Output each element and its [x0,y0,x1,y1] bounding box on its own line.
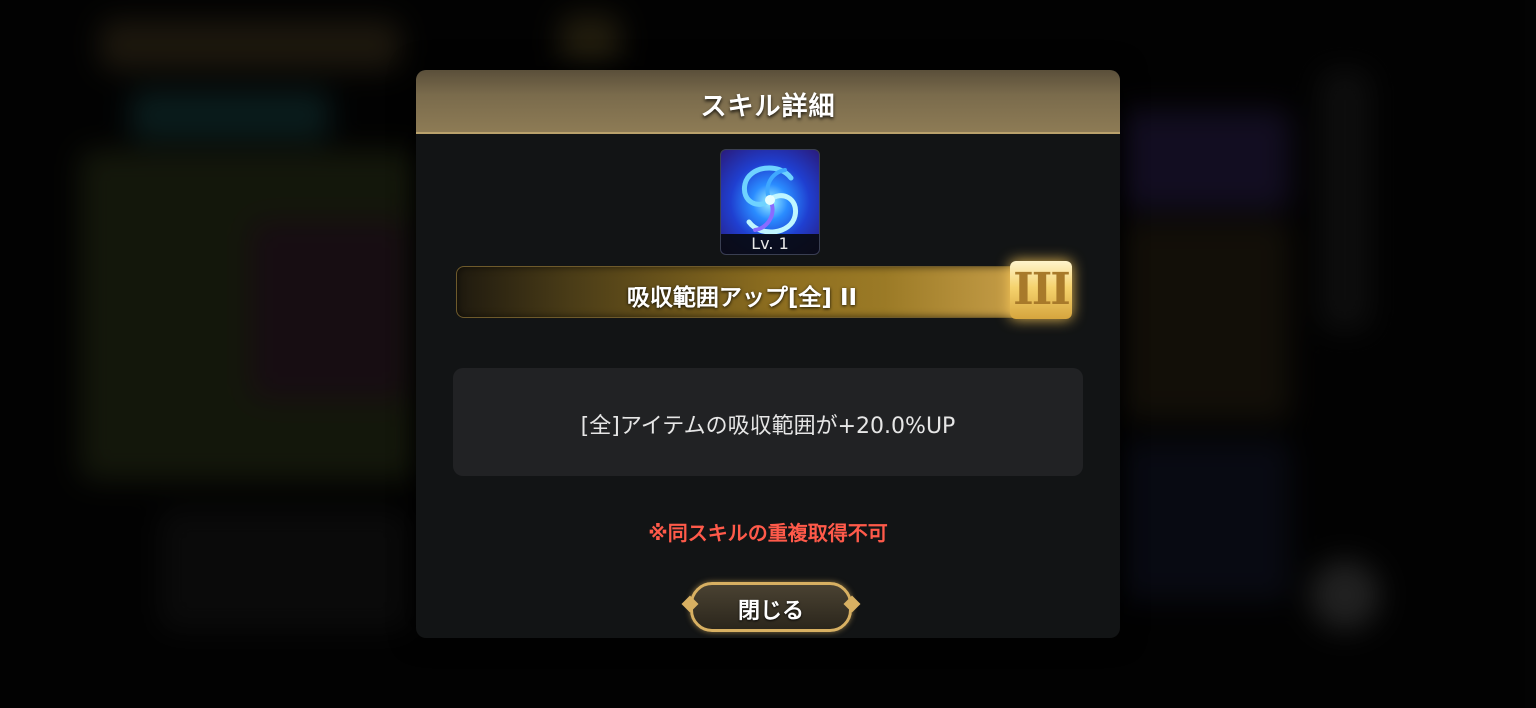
dialog-title: スキル詳細 [700,92,836,122]
blue-vortex-icon: Lv. 1 [720,149,820,255]
duplicate-warning: ※同スキルの重複取得不可 [648,521,888,545]
close-button[interactable]: 閉じる [681,582,861,632]
game-screen: スキル詳細 Lv. 1 吸収範囲アップ[全] II III [全]アイテムの吸収… [0,0,1536,708]
skill-description: [全]アイテムの吸収範囲が+20.0%UP [580,414,956,439]
skill-level-badge: Lv. 1 [721,234,819,254]
skill-name: 吸収範囲アップ[全] II [626,285,858,311]
skill-name-bar: 吸収範囲アップ[全] II [456,266,1028,318]
skill-rank-emblem: III [1010,261,1072,319]
skill-description-box: [全]アイテムの吸収範囲が+20.0%UP [453,368,1083,476]
skill-detail-dialog: スキル詳細 Lv. 1 吸収範囲アップ[全] II III [全]アイテムの吸収… [416,70,1120,638]
close-button-label: 閉じる [737,599,804,624]
dialog-header: スキル詳細 [416,70,1120,134]
